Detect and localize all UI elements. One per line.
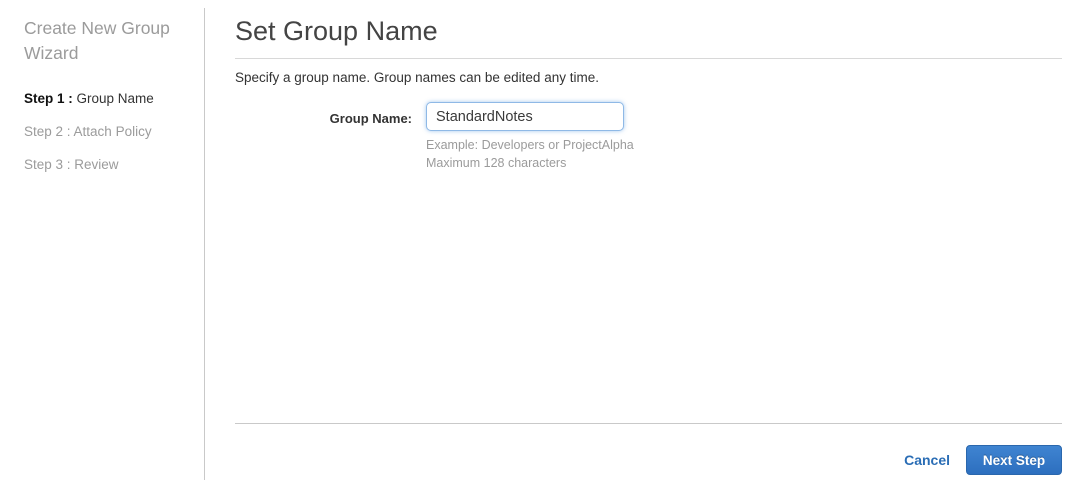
step-label: Group Name xyxy=(76,91,154,106)
footer-divider xyxy=(235,423,1062,424)
step-prefix: Step 3 : xyxy=(24,157,75,172)
next-step-button[interactable]: Next Step xyxy=(966,445,1062,475)
step-label: Attach Policy xyxy=(73,124,152,139)
sidebar-step-group-name[interactable]: Step 1 : Group Name xyxy=(24,91,189,107)
step-label: Review xyxy=(74,157,119,172)
step-prefix: Step 1 : xyxy=(24,91,77,106)
step-prefix: Step 2 : xyxy=(24,124,74,139)
footer-actions: Cancel Next Step xyxy=(904,445,1062,475)
wizard-sidebar: Create New Group Wizard Step 1 : Group N… xyxy=(0,0,205,480)
group-name-hint-max-chars: Maximum 128 characters xyxy=(426,156,567,170)
group-name-form-row: Group Name: Example: Developers or Proje… xyxy=(235,102,1062,172)
page-title: Set Group Name xyxy=(235,14,1062,59)
sidebar-step-review[interactable]: Step 3 : Review xyxy=(24,157,189,173)
group-name-hint-example: Example: Developers or ProjectAlpha xyxy=(426,138,634,152)
group-name-label: Group Name: xyxy=(329,111,412,126)
cancel-button[interactable]: Cancel xyxy=(904,452,950,468)
wizard-title: Create New Group Wizard xyxy=(24,18,170,63)
page-description: Specify a group name. Group names can be… xyxy=(235,70,599,85)
wizard-steps: Step 1 : Group Name Step 2 : Attach Poli… xyxy=(24,91,189,173)
main-panel: Set Group Name Specify a group name. Gro… xyxy=(205,0,1073,480)
group-name-input[interactable] xyxy=(426,102,624,131)
create-group-wizard-page: Create New Group Wizard Step 1 : Group N… xyxy=(0,0,1073,480)
group-name-field-column: Example: Developers or ProjectAlpha Maxi… xyxy=(426,102,634,172)
sidebar-step-attach-policy[interactable]: Step 2 : Attach Policy xyxy=(24,124,189,140)
